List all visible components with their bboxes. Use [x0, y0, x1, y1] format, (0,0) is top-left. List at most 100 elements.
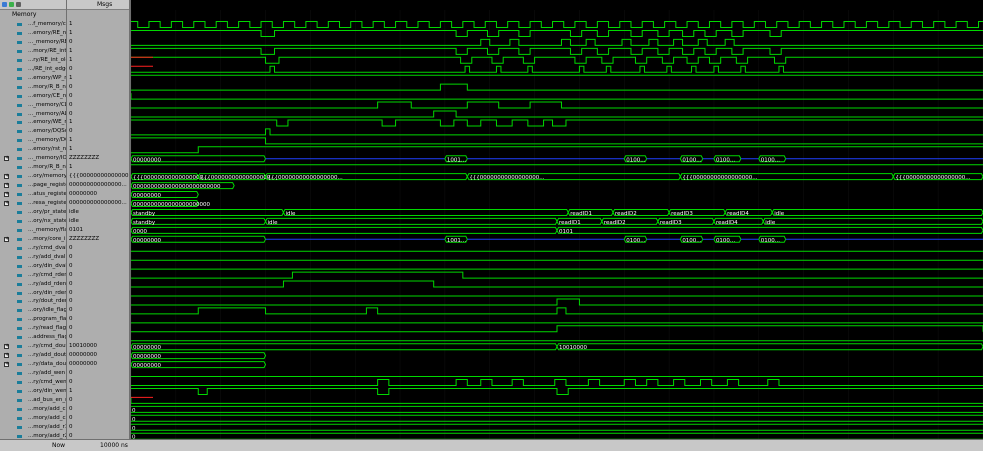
signal-row[interactable]: ...ry/cmd_wen [0, 378, 66, 387]
signal-row[interactable]: ...mory/RE_int [0, 47, 66, 56]
signal-name: ...mory/add_r1 [28, 423, 66, 430]
signal-name: ...ry/cmd_wen [28, 379, 66, 385]
signal-row[interactable]: ...ory/nx_state [0, 217, 66, 226]
signal-row[interactable]: ...emory/DQSc [0, 127, 66, 136]
signal-row[interactable]: + ...ry/data_dout [0, 360, 66, 369]
expand-toggle[interactable]: + [4, 201, 9, 206]
signal-row[interactable]: .../RE_int_edge [0, 65, 66, 74]
signal-row[interactable]: ..._memory/REc [0, 38, 66, 47]
signal-row[interactable]: ...mory/R_B_n [0, 163, 66, 172]
signal-trace [131, 307, 983, 315]
signal-row[interactable]: ...mory/add_r1 [0, 423, 66, 432]
bus-label: 00000000 [133, 157, 161, 163]
signal-row[interactable]: ...ry/cmd_rden [0, 271, 66, 280]
signal-name: ...ry/cmd_rden [28, 271, 66, 278]
signal-row[interactable]: ...f_memory/clk [0, 20, 66, 29]
zoom-icon[interactable] [2, 2, 7, 7]
signal-row[interactable]: ...ry/add_rden [0, 280, 66, 289]
signal-row[interactable]: + ...ry/add_dout [0, 351, 66, 360]
bus-label: 1001... [447, 157, 466, 163]
signal-row[interactable]: ...emory/rst_n [0, 145, 66, 154]
state-label: standby [133, 211, 156, 217]
signal-icon [17, 372, 22, 376]
signal-value-row: 0 [67, 280, 129, 289]
signal-row[interactable]: ...emory/RE_n [0, 29, 66, 38]
expand-toggle[interactable]: + [4, 344, 9, 350]
signal-row[interactable]: ...ad_bus_en_n [0, 396, 66, 405]
signal-row[interactable]: ...emory/WE_n [0, 118, 66, 127]
signal-row[interactable]: ...ory/din_dval [0, 262, 66, 271]
signal-row[interactable]: ..._memory/ALE [0, 110, 66, 119]
signal-row[interactable]: ...mory/add_c1 [0, 405, 66, 414]
signal-value-row: ZZZZZZZZ [67, 154, 129, 163]
signal-value: 0101 [69, 226, 83, 233]
signal-row[interactable]: ..._memory/flag [0, 226, 66, 235]
signal-icon [17, 31, 22, 35]
signal-row[interactable]: ...program_flag [0, 315, 66, 324]
signal-value: 0 [69, 262, 73, 269]
signal-row[interactable]: ...ory/din_wen [0, 387, 66, 396]
signal-name: ...mory/add_c2 [28, 414, 66, 421]
group-memory[interactable]: Memory [0, 11, 66, 19]
time-footer: Now 10000 ns [0, 439, 983, 451]
cursor-header [131, 0, 983, 10]
signal-trace [131, 93, 983, 100]
signal-row[interactable]: ..._memory/CLE [0, 101, 66, 110]
expand-icon[interactable] [9, 2, 14, 7]
signal-value-row: 1 [67, 74, 129, 83]
signal-value-row: 0 [67, 65, 129, 74]
signal-value: 000000000000000... [69, 200, 127, 206]
expand-toggle[interactable]: + [4, 192, 9, 198]
bus-label: 0100... [716, 238, 735, 244]
signal-row[interactable]: + ...atus_register [0, 190, 66, 199]
expand-toggle[interactable]: + [4, 183, 9, 189]
signal-name: ...ory/memory [28, 173, 66, 180]
signal-value: 1 [69, 119, 73, 126]
signal-row[interactable]: ...ory/din_rden [0, 289, 66, 298]
signal-value-row: 0 [67, 306, 129, 315]
expand-toggle[interactable]: + [4, 236, 9, 242]
signal-value-row: {{{00000000000000... [67, 172, 129, 181]
signal-row[interactable]: ...mory/add_c2 [0, 414, 66, 423]
signal-value: 1 [69, 164, 73, 171]
expand-toggle[interactable]: + [4, 362, 9, 368]
signal-icon [17, 416, 22, 420]
signal-value: 1 [69, 21, 73, 27]
signal-value: 0 [69, 396, 73, 403]
signal-row[interactable]: ...emory/CE_n [0, 92, 66, 101]
signal-icon [17, 166, 22, 170]
signal-row[interactable]: ...mory/R_B_n [0, 83, 66, 92]
expand-toggle[interactable]: + [4, 353, 9, 359]
signal-row[interactable]: + ...ory/memory [0, 172, 66, 181]
signal-row[interactable]: ...ory/pr_state [0, 208, 66, 217]
signal-value: 0 [69, 405, 73, 412]
signal-row[interactable]: ...ry/dout_rden [0, 297, 66, 306]
signal-icon [17, 210, 22, 214]
signal-row[interactable]: + ..._memory/IO1 [0, 154, 66, 163]
signal-row[interactable]: ...ry/add_wen [0, 369, 66, 378]
signal-row[interactable]: + ...page_register [0, 181, 66, 190]
signal-trace [131, 379, 983, 386]
signal-row[interactable]: ...ry/add_dval [0, 253, 66, 262]
counter-label: 0 [132, 417, 136, 423]
signal-row[interactable]: ...emory/WP_n [0, 74, 66, 83]
signal-row[interactable]: ..._memory/DQS [0, 136, 66, 145]
signal-name: ..._memory/DQS [28, 137, 66, 144]
signal-row[interactable]: ...ry/read_flag [0, 324, 66, 333]
signal-row[interactable]: ...ry/RE_int_old [0, 56, 66, 65]
state-label: idle [268, 220, 279, 226]
waveform-canvas[interactable]: 0 ns200 ns400 ns600 ns800 ns1000 ns1200 … [131, 0, 983, 451]
signal-row[interactable]: + ...mory/core_in [0, 235, 66, 244]
signal-row[interactable]: ...ry/cmd_dval [0, 244, 66, 253]
bus-segment [131, 343, 558, 351]
signal-row[interactable]: ...ory/idle_flag [0, 306, 66, 315]
options-icon[interactable] [16, 2, 21, 7]
expand-toggle[interactable]: + [4, 156, 9, 162]
state-segment [556, 226, 983, 234]
signal-row[interactable]: ...address_flag [0, 333, 66, 342]
expand-toggle[interactable]: + [4, 174, 9, 180]
signal-row[interactable]: + ...ry/cmd_dout [0, 342, 66, 351]
signal-trace [131, 387, 983, 395]
signal-row[interactable]: + ...resa_register [0, 199, 66, 208]
signal-icon [17, 318, 22, 322]
